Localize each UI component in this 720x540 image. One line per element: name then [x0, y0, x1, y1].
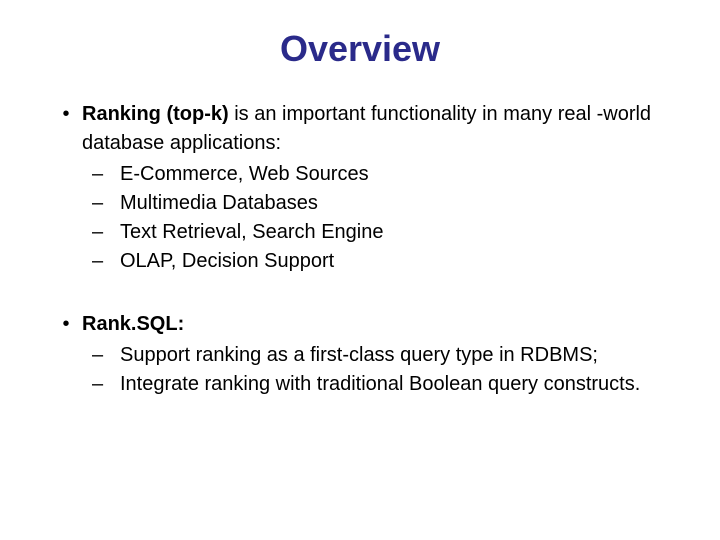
bold-text: Ranking (top-k)	[82, 103, 229, 125]
bullet-ranksql: • Rank.SQL:	[50, 310, 670, 339]
subbullet-text: Support ranking as a first-class query t…	[120, 341, 670, 370]
spacer	[50, 276, 670, 310]
subbullet-olap: – OLAP, Decision Support	[92, 247, 670, 276]
bullet-marker: •	[50, 100, 82, 158]
subbullet-text: Integrate ranking with traditional Boole…	[120, 370, 670, 399]
bullet-text: Rank.SQL:	[82, 310, 670, 339]
dash-marker: –	[92, 247, 120, 276]
subbullet-support-ranking: – Support ranking as a first-class query…	[92, 341, 670, 370]
subbullet-multimedia: – Multimedia Databases	[92, 189, 670, 218]
dash-marker: –	[92, 370, 120, 399]
subbullet-ecommerce: – E-Commerce, Web Sources	[92, 160, 670, 189]
subbullet-text-retrieval: – Text Retrieval, Search Engine	[92, 218, 670, 247]
dash-marker: –	[92, 218, 120, 247]
dash-marker: –	[92, 189, 120, 218]
dash-marker: –	[92, 341, 120, 370]
slide-title: Overview	[50, 28, 670, 70]
subbullet-text: OLAP, Decision Support	[120, 247, 670, 276]
slide-content: • Ranking (top-k) is an important functi…	[50, 100, 670, 399]
bold-text: Rank.SQL:	[82, 313, 184, 335]
subbullet-text: Multimedia Databases	[120, 189, 670, 218]
bullet-text: Ranking (top-k) is an important function…	[82, 100, 670, 158]
subbullet-integrate: – Integrate ranking with traditional Boo…	[92, 370, 670, 399]
subbullet-text: E-Commerce, Web Sources	[120, 160, 670, 189]
bullet-marker: •	[50, 310, 82, 339]
dash-marker: –	[92, 160, 120, 189]
subbullet-text: Text Retrieval, Search Engine	[120, 218, 670, 247]
slide: Overview • Ranking (top-k) is an importa…	[0, 0, 720, 540]
bullet-ranking: • Ranking (top-k) is an important functi…	[50, 100, 670, 158]
